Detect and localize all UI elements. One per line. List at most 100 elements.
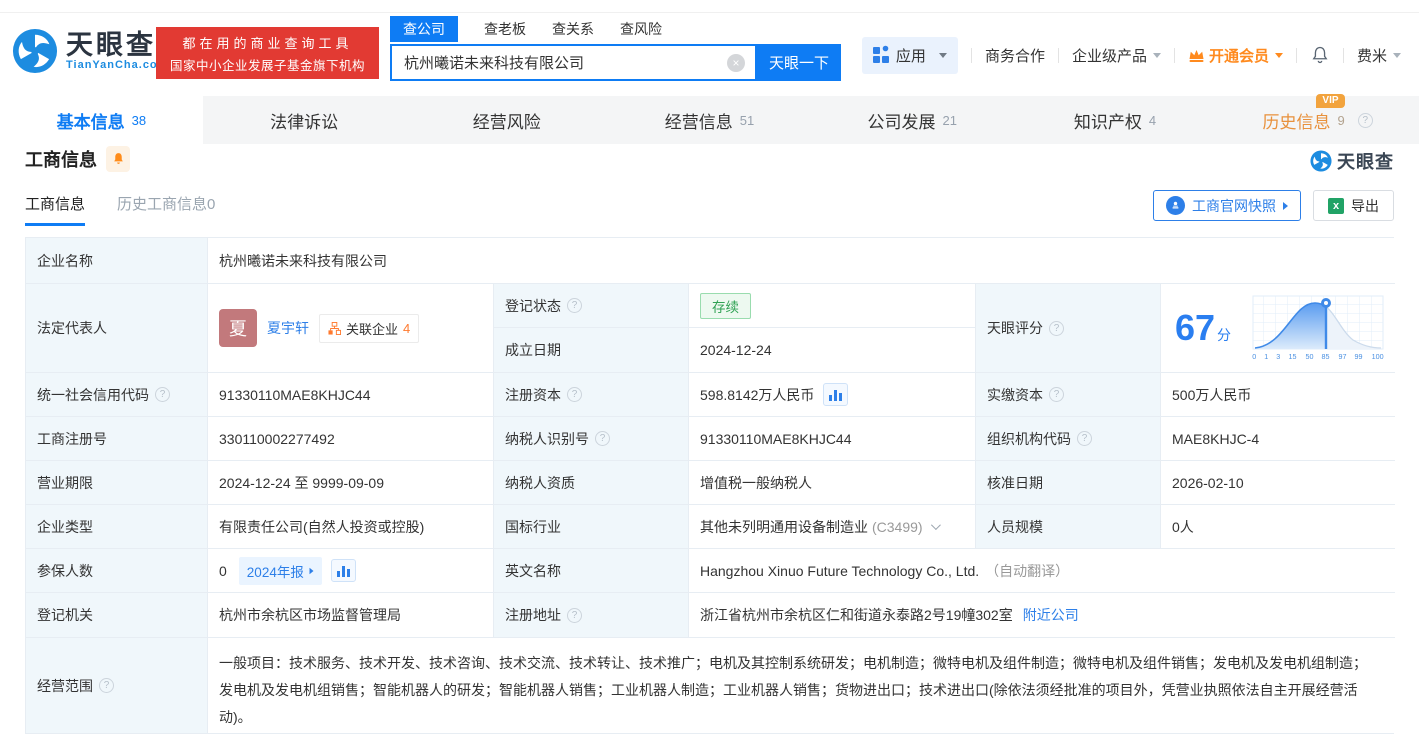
nav-user-menu[interactable]: 费米 <box>1357 45 1401 66</box>
tab-basic-info[interactable]: 基本信息 38 <box>0 96 203 144</box>
tab-count: 21 <box>943 113 957 128</box>
related-count: 4 <box>403 321 410 336</box>
help-icon[interactable]: ? <box>567 608 582 623</box>
avatar[interactable]: 夏 <box>219 309 257 347</box>
search-input[interactable]: 杭州曦诺未来科技有限公司 × <box>390 44 757 81</box>
legal-rep-link[interactable]: 夏宇轩 <box>267 318 309 338</box>
help-icon[interactable]: ? <box>567 387 582 402</box>
score-value: 67 <box>1175 307 1215 348</box>
field-label: 登记机关 <box>26 593 208 638</box>
company-name-value: 杭州曦诺未来科技有限公司 <box>208 238 1395 284</box>
field-label: 企业类型 <box>26 505 208 549</box>
tab-intellectual-property[interactable]: 知识产权 4 <box>1014 96 1217 144</box>
stamp-icon <box>1166 196 1185 215</box>
staff-size-value: 0人 <box>1161 505 1395 549</box>
help-icon[interactable]: ? <box>99 678 114 693</box>
tab-label: 公司发展 <box>868 108 936 133</box>
notification-bell-icon[interactable] <box>1310 45 1330 65</box>
help-icon[interactable]: ? <box>1358 113 1373 128</box>
paid-capital-value: 500万人民币 <box>1161 373 1395 417</box>
auto-translate-note: （自动翻译） <box>985 561 1069 581</box>
field-label: 成立日期 <box>494 328 689 373</box>
taxpayer-id-value: 91330110MAE8KHJC44 <box>689 417 976 461</box>
chevron-down-icon[interactable] <box>931 520 941 530</box>
credit-code-value: 91330110MAE8KHJC44 <box>208 373 494 417</box>
monitor-bell-icon[interactable] <box>106 146 130 172</box>
search-tab-boss[interactable]: 查老板 <box>484 16 526 42</box>
brand-domain: TianYanCha.com <box>66 59 168 71</box>
field-label: 核准日期 <box>976 461 1161 505</box>
field-label: 天眼评分? <box>976 284 1161 373</box>
subtab-history-business-info[interactable]: 历史工商信息0 <box>117 193 215 226</box>
related-companies-badge[interactable]: 关联企业 4 <box>319 314 419 343</box>
nav-business-coop[interactable]: 商务合作 <box>985 45 1045 66</box>
official-snapshot-button[interactable]: 工商官网快照 <box>1153 190 1301 221</box>
field-label: 纳税人识别号? <box>494 417 689 461</box>
help-icon[interactable]: ? <box>567 298 582 313</box>
field-label: 企业名称 <box>26 238 208 284</box>
taxpayer-quality-value: 增值税一般纳税人 <box>689 461 976 505</box>
reg-capital-cell: 598.8142万人民币 <box>689 373 976 417</box>
field-label: 纳税人资质 <box>494 461 689 505</box>
chevron-down-icon <box>1275 53 1283 58</box>
help-icon[interactable]: ? <box>595 431 610 446</box>
search-tab-risk[interactable]: 查风险 <box>620 16 662 42</box>
subtab-business-info[interactable]: 工商信息 <box>25 193 85 226</box>
annual-report-badge[interactable]: 2024年报 <box>239 557 322 585</box>
snapshot-label: 工商官网快照 <box>1192 196 1276 216</box>
help-icon[interactable]: ? <box>1049 321 1064 336</box>
arrow-right-icon <box>309 567 313 573</box>
divider <box>971 48 972 63</box>
export-button[interactable]: x 导出 <box>1313 190 1394 221</box>
capital-chart-icon[interactable] <box>823 383 848 406</box>
tab-label: 基本信息 <box>57 108 125 133</box>
apps-grid-icon <box>873 47 889 63</box>
tab-history-info[interactable]: 历史信息 VIP 9 ? <box>1216 96 1419 144</box>
reg-number-value: 330110002277492 <box>208 417 494 461</box>
tab-label: 历史信息 <box>1263 113 1331 132</box>
search-type-tabs: 查公司 查老板 查关系 查风险 <box>390 16 841 42</box>
status-badge: 存续 <box>700 293 751 319</box>
industry-cell: 其他未列明通用设备制造业 (C3499) <box>689 505 976 549</box>
divider <box>1296 48 1297 63</box>
help-icon[interactable]: ? <box>155 387 170 402</box>
section-title: 工商信息 <box>25 146 97 172</box>
tianyancha-logo[interactable]: 天眼查 TianYanCha.com <box>12 28 168 74</box>
search-tab-company[interactable]: 查公司 <box>390 16 458 42</box>
apps-label: 应用 <box>896 45 926 66</box>
help-icon[interactable]: ? <box>1077 431 1092 446</box>
help-icon[interactable]: ? <box>1049 387 1064 402</box>
crown-icon <box>1188 48 1205 63</box>
clear-icon[interactable]: × <box>727 54 745 72</box>
score-axis-ticks: 0131550859799100 <box>1251 352 1385 361</box>
tab-operation-risk[interactable]: 经营风险 <box>405 96 608 144</box>
vip-badge: VIP <box>1316 94 1344 108</box>
tab-operation-info[interactable]: 经营信息 51 <box>608 96 811 144</box>
search-button[interactable]: 天眼一下 <box>757 44 841 81</box>
nearby-companies-link[interactable]: 附近公司 <box>1023 605 1079 625</box>
tab-count: 38 <box>132 113 146 128</box>
tab-label: 法律诉讼 <box>270 108 338 133</box>
approval-date-value: 2026-02-10 <box>1161 461 1395 505</box>
apps-menu-button[interactable]: 应用 <box>862 37 958 74</box>
nav-enterprise-products[interactable]: 企业级产品 <box>1072 45 1161 66</box>
org-chart-icon <box>328 322 341 335</box>
nav-open-vip[interactable]: 开通会员 <box>1188 45 1283 66</box>
field-label: 登记状态? <box>494 284 689 328</box>
insured-chart-icon[interactable] <box>331 559 356 582</box>
field-label: 参保人数 <box>26 549 208 593</box>
search-tab-relation[interactable]: 查关系 <box>552 16 594 42</box>
brand-slogan-banner: 都在用的商业查询工具 国家中小企业发展子基金旗下机构 <box>156 27 379 79</box>
tab-legal-litigation[interactable]: 法律诉讼 <box>203 96 406 144</box>
field-label: 实缴资本? <box>976 373 1161 417</box>
vip-label: 开通会员 <box>1209 45 1269 66</box>
tab-company-development[interactable]: 公司发展 21 <box>811 96 1014 144</box>
field-label: 经营范围? <box>26 638 208 733</box>
brand-name: 天眼查 <box>66 31 168 59</box>
chevron-down-icon <box>1153 53 1161 58</box>
top-divider <box>0 12 1419 13</box>
tab-label: 经营风险 <box>473 108 541 133</box>
field-label: 英文名称 <box>494 549 689 593</box>
business-term-value: 2024-12-24 至 9999-09-09 <box>208 461 494 505</box>
score-unit: 分 <box>1217 327 1231 343</box>
